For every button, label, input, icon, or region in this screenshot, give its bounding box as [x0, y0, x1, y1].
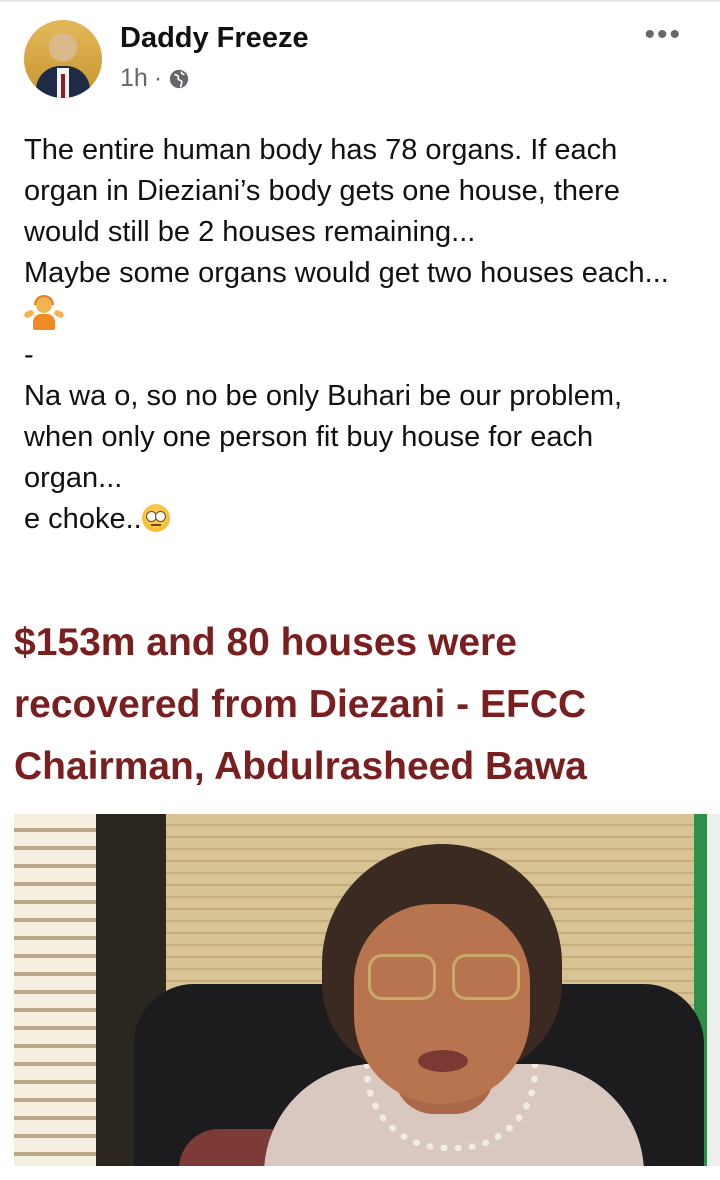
more-options-icon[interactable]: •••	[644, 20, 682, 50]
author-name[interactable]: Daddy Freeze	[120, 22, 309, 55]
post-paragraph: e choke..	[24, 503, 142, 535]
shared-image[interactable]: $153m and 80 houses were recovered from …	[0, 600, 720, 1175]
post-text: The entire human body has 78 organs. If …	[23, 130, 696, 540]
eye-roll-icon	[141, 504, 170, 532]
avatar[interactable]	[24, 20, 102, 98]
shrug-icon	[23, 295, 65, 333]
top-divider	[0, 0, 720, 2]
post-paragraph: Na wa o, so no be only Buhari be our pro…	[24, 380, 623, 494]
post-meta: 1h ·	[120, 64, 190, 93]
post-paragraph: The entire human body has 78 organs. If …	[24, 134, 620, 248]
post-paragraph: -	[24, 339, 34, 371]
shrug-emoji	[23, 294, 696, 335]
image-headline: $153m and 80 houses were recovered from …	[14, 621, 587, 788]
post-time[interactable]: 1h	[120, 64, 148, 93]
post-paragraph: Maybe some organs would get two houses e…	[24, 257, 669, 289]
post-header: Daddy Freeze 1h · •••	[24, 18, 696, 108]
globe-icon	[169, 69, 189, 88]
post-paragraph-last: e choke..	[24, 499, 696, 540]
meta-separator: ·	[153, 64, 163, 92]
news-photo	[14, 814, 720, 1166]
